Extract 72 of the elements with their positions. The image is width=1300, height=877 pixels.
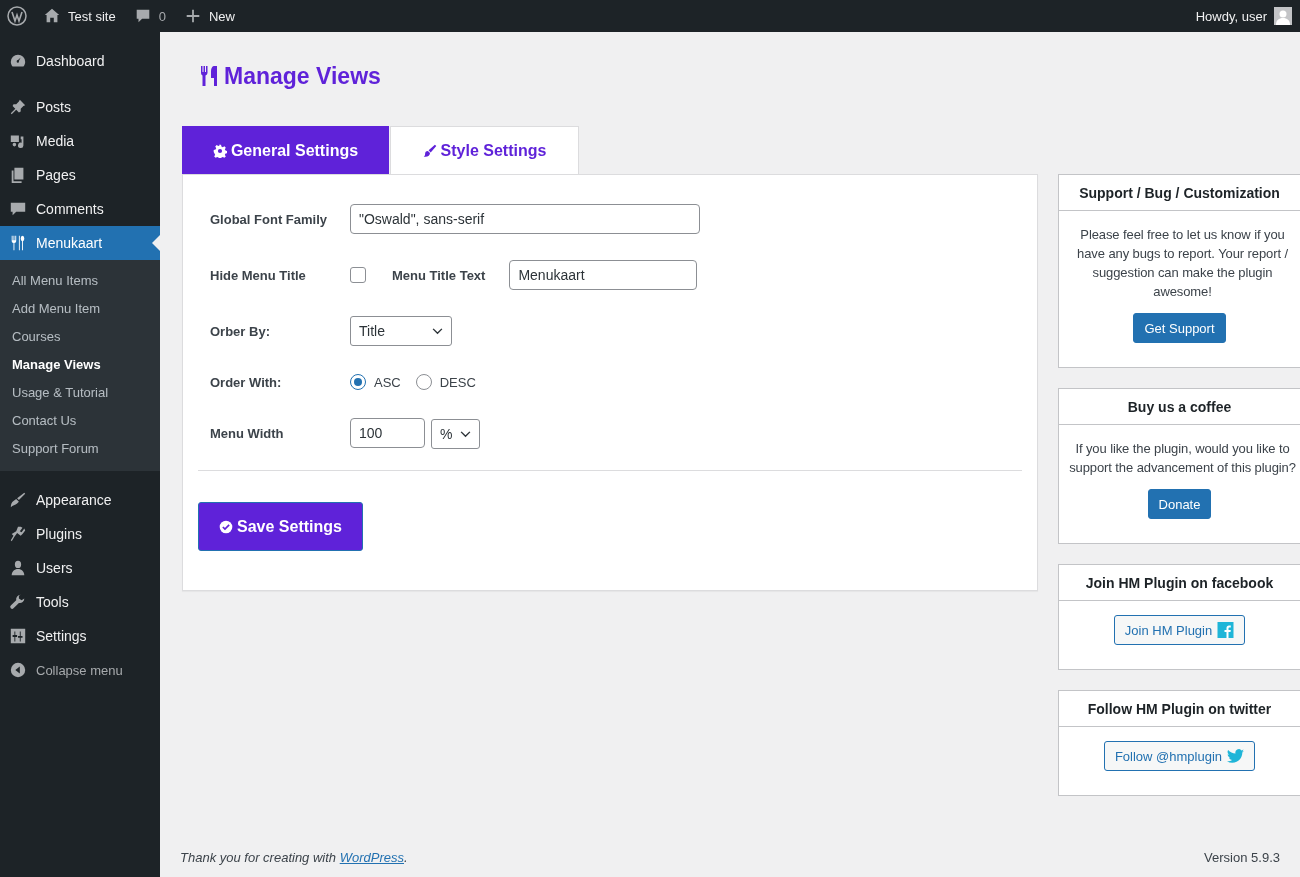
- home-icon: [43, 7, 61, 25]
- font-family-field[interactable]: "Oswald", sans-serif: [350, 204, 700, 234]
- wordpress-link[interactable]: WordPress: [339, 850, 404, 865]
- unit-dropdown[interactable]: %: [431, 419, 480, 449]
- sidebar-menu-item[interactable]: Pages: [0, 158, 160, 192]
- collapse-menu-button[interactable]: Collapse menu: [0, 653, 160, 687]
- avatar-icon: [1274, 7, 1292, 25]
- submenu-item[interactable]: All Menu Items: [0, 267, 160, 295]
- order-by-dropdown[interactable]: Title: [350, 316, 452, 346]
- utensils-icon: [200, 65, 220, 87]
- menu-title-field[interactable]: Menukaart: [509, 260, 698, 290]
- facebook-button[interactable]: Join HM Plugin: [1113, 615, 1246, 645]
- sidebar-menu-item[interactable]: Users: [0, 551, 160, 585]
- sidebar-menu-item[interactable]: Appearance: [0, 483, 160, 517]
- sidebar-menu-item[interactable]: Comments: [0, 192, 160, 226]
- utensils-icon: [9, 234, 27, 252]
- wordpress-logo-icon[interactable]: [7, 6, 27, 26]
- submenu-item[interactable]: Courses: [0, 323, 160, 351]
- save-settings-button[interactable]: Save Settings: [198, 502, 363, 551]
- widget-title: Join HM Plugin on facebook: [1059, 565, 1300, 601]
- twitter-bird-icon: [1227, 748, 1245, 764]
- submenu-item[interactable]: Support Forum: [0, 435, 160, 463]
- radio-label: DESC: [439, 374, 476, 390]
- sidebar-menu-item[interactable]: Media: [0, 124, 160, 158]
- settings-tab[interactable]: General Settings: [182, 126, 389, 174]
- field-label: Global Font Family: [210, 211, 328, 227]
- widget-text: If you like the plugin, would you like to support the advancement of this plugin?: [1068, 440, 1297, 477]
- field-label: Orber By:: [210, 323, 271, 339]
- widget-title: Support / Bug / Customization: [1059, 175, 1300, 211]
- field-label: Menu Title Text: [392, 267, 486, 283]
- comments-link[interactable]: 0: [133, 7, 166, 25]
- field-label: Menu Width: [210, 425, 285, 441]
- plug-icon: [9, 525, 27, 543]
- pushpin-icon: [9, 98, 27, 116]
- facebook-icon: [1217, 622, 1235, 638]
- version-text: Version 5.9.3: [1204, 850, 1280, 865]
- widget-text: Please feel free to let us know if you have any bugs to report. Your report / suggestion can make the plugin awesome!: [1076, 226, 1289, 301]
- new-content-link[interactable]: New: [183, 7, 235, 25]
- chevron-down-icon: [460, 430, 471, 438]
- menu-width-field[interactable]: 100: [350, 418, 425, 448]
- sidebar-menu-item[interactable]: Tools: [0, 585, 160, 619]
- sidebar-menu-item[interactable]: Plugins: [0, 517, 160, 551]
- wrench-icon: [9, 593, 27, 611]
- paintbrush-icon: [422, 143, 437, 158]
- widget-title: Buy us a coffee: [1059, 389, 1300, 425]
- settings-tab[interactable]: Style Settings: [390, 126, 579, 174]
- submenu-item[interactable]: Manage Views: [0, 351, 160, 379]
- page-title: Manage Views: [200, 62, 1300, 90]
- paintbrush-icon: [9, 491, 27, 509]
- twitter-button[interactable]: Follow @hmplugin: [1103, 741, 1256, 771]
- submenu-item[interactable]: Usage & Tutorial: [0, 379, 160, 407]
- submenu-item[interactable]: Add Menu Item: [0, 295, 160, 323]
- widget-title: Follow HM Plugin on twitter: [1059, 691, 1300, 727]
- submenu-item[interactable]: Contact Us: [0, 407, 160, 435]
- sidebar-menu-item[interactable]: Menukaart: [0, 226, 160, 260]
- hide-title-checkbox[interactable]: [350, 267, 366, 283]
- sidebar-menu-item[interactable]: Dashboard: [0, 44, 160, 78]
- account-link[interactable]: Howdy, user: [1195, 7, 1292, 25]
- radio-label: ASC: [374, 374, 401, 390]
- field-label: Hide Menu Title: [210, 267, 307, 283]
- user-icon: [9, 559, 27, 577]
- sidebar-menu-item[interactable]: Settings: [0, 619, 160, 653]
- check-circle-icon: [219, 519, 234, 534]
- sidebar-menu-item[interactable]: Posts: [0, 90, 160, 124]
- field-label: Order With:: [210, 374, 283, 390]
- sliders-icon: [9, 627, 27, 645]
- widget-button[interactable]: Get Support: [1133, 313, 1226, 343]
- widget-button[interactable]: Donate: [1147, 489, 1212, 519]
- chevron-down-icon: [432, 327, 443, 335]
- site-name-link[interactable]: Test site: [43, 7, 116, 25]
- footer-credit-text: Thank you for creating with WordPress.: [180, 850, 408, 865]
- gear-icon: [212, 143, 227, 158]
